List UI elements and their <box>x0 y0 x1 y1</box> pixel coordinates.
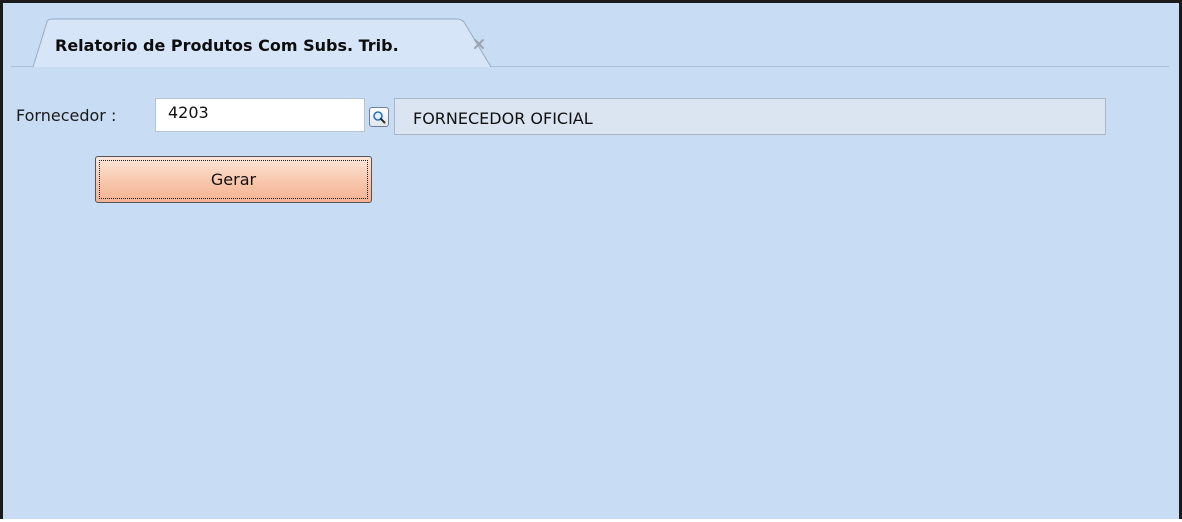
supplier-label: Fornecedor : <box>16 106 117 125</box>
tab-title: Relatorio de Produtos Com Subs. Trib. <box>55 36 399 55</box>
generate-button[interactable]: Gerar <box>95 156 372 203</box>
supplier-lookup-button[interactable] <box>369 107 389 127</box>
tab-strip: Relatorio de Produtos Com Subs. Trib. <box>3 3 1179 67</box>
generate-button-label: Gerar <box>99 160 368 199</box>
tab-report-produtos-subs-trib[interactable]: Relatorio de Produtos Com Subs. Trib. <box>33 18 491 67</box>
close-icon[interactable] <box>471 36 487 52</box>
supplier-code-input[interactable] <box>155 98 365 132</box>
supplier-name-display: FORNECEDOR OFICIAL <box>394 98 1106 135</box>
search-icon <box>373 111 386 124</box>
report-window: Relatorio de Produtos Com Subs. Trib. Fo… <box>0 0 1182 519</box>
